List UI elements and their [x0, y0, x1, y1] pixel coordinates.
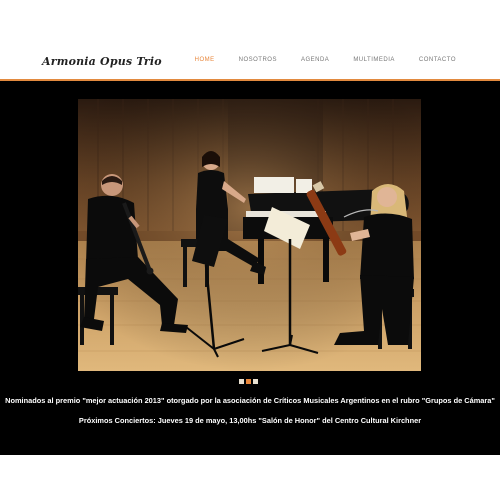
nav-item-agenda[interactable]: AGENDA: [301, 57, 329, 63]
award-announcement: Nominados al premio "mejor actuación 201…: [5, 396, 495, 405]
slider-dot[interactable]: [253, 379, 258, 384]
main-nav: HOME NOSOTROS AGENDA MULTIMEDIA CONTACTO: [171, 57, 456, 63]
upcoming-concert: Próximos Conciertos: Jueves 19 de mayo, …: [78, 416, 422, 425]
trio-photo-illustration: [78, 99, 421, 371]
nav-item-nosotros[interactable]: NOSOTROS: [239, 57, 277, 63]
nav-item-home[interactable]: HOME: [195, 57, 215, 63]
slider-dot[interactable]: [239, 379, 244, 384]
hero-section: Nominados al premio "mejor actuación 201…: [0, 81, 500, 455]
slider-dot-active[interactable]: [246, 379, 251, 384]
site-logo[interactable]: Armonia Opus Trio: [42, 55, 162, 68]
footer-area: [0, 455, 500, 500]
site-header: Armonia Opus Trio HOME NOSOTROS AGENDA M…: [0, 46, 500, 79]
page: Armonia Opus Trio HOME NOSOTROS AGENDA M…: [0, 0, 500, 500]
slider-dots: [239, 379, 258, 384]
slider-image[interactable]: [78, 99, 421, 371]
nav-item-multimedia[interactable]: MULTIMEDIA: [353, 57, 395, 63]
nav-item-contacto[interactable]: CONTACTO: [419, 57, 456, 63]
